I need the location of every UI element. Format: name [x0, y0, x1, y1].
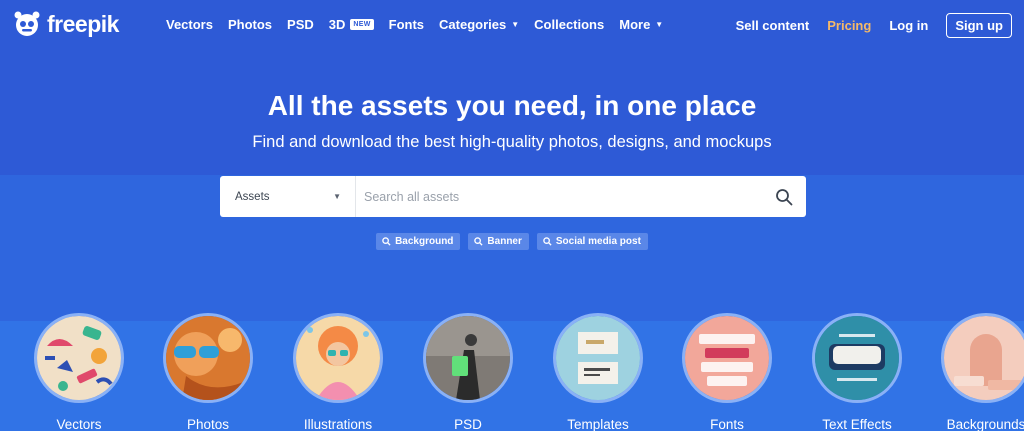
nav-more[interactable]: More ▼: [619, 17, 663, 32]
category-label: Illustrations: [303, 417, 373, 431]
category-text-effects-thumbnail: [812, 313, 902, 403]
top-navbar: freepik Vectors Photos PSD 3D NEW Fonts C…: [0, 0, 1024, 48]
category-label: Backgrounds: [946, 417, 1024, 431]
category-photos-thumbnail: [163, 313, 253, 403]
sell-content-link[interactable]: Sell content: [736, 18, 810, 33]
nav-account: Sell content Pricing Log in Sign up: [736, 13, 1012, 38]
category-psd[interactable]: PSD: [418, 313, 518, 431]
suggestion-chip[interactable]: Social media post: [536, 233, 648, 250]
nav-vectors-label: Vectors: [166, 16, 213, 32]
suggestion-label: Background: [395, 236, 454, 247]
login-link[interactable]: Log in: [889, 18, 928, 33]
category-psd-thumbnail: [423, 313, 513, 403]
category-label: Text Effects: [822, 417, 892, 431]
suggestion-label: Social media post: [555, 236, 641, 247]
nav-categories-label: Categories: [439, 16, 507, 32]
category-fonts[interactable]: Fonts: [677, 313, 777, 431]
category-photos[interactable]: Photos: [158, 313, 258, 431]
category-illustrations-thumbnail: [293, 313, 383, 403]
chevron-down-icon: ▼: [655, 19, 664, 29]
nav-psd[interactable]: PSD: [287, 17, 314, 32]
nav-psd-label: PSD: [287, 16, 314, 32]
search-icon: [776, 188, 793, 205]
caret-down-icon: ▼: [333, 192, 341, 201]
search-icon: [474, 237, 483, 246]
brand-name: freepik: [47, 10, 119, 37]
chevron-down-icon: ▼: [511, 19, 520, 29]
suggestion-label: Banner: [487, 236, 522, 247]
category-text-effects[interactable]: Text Effects: [807, 313, 907, 431]
nav-more-label: More: [619, 16, 651, 32]
nav-vectors[interactable]: Vectors: [166, 17, 213, 32]
suggestion-chip[interactable]: Background: [376, 233, 461, 250]
freepik-logo-icon: [12, 9, 42, 39]
category-label: Fonts: [710, 417, 744, 431]
category-illustrations[interactable]: Illustrations: [288, 313, 388, 431]
category-fonts-thumbnail: [682, 313, 772, 403]
category-vectors-thumbnail: [34, 313, 124, 403]
nav-links: Vectors Photos PSD 3D NEW Fonts Categorie…: [166, 0, 678, 48]
nav-collections[interactable]: Collections: [534, 17, 604, 32]
pricing-link[interactable]: Pricing: [827, 18, 871, 33]
category-label: Vectors: [56, 417, 102, 431]
search-button[interactable]: [762, 176, 806, 217]
signup-button[interactable]: Sign up: [946, 13, 1012, 38]
category-backgrounds[interactable]: Backgrounds: [936, 313, 1024, 431]
search-suggestions: Background Banner Social media post: [0, 233, 1024, 250]
new-badge: NEW: [350, 18, 374, 30]
suggestion-chip[interactable]: Banner: [468, 233, 529, 250]
search-input[interactable]: [356, 176, 762, 217]
hero-subtitle: Find and download the best high-quality …: [252, 133, 772, 151]
category-backgrounds-thumbnail: [941, 313, 1024, 403]
nav-photos-label: Photos: [227, 16, 273, 32]
nav-fonts[interactable]: Fonts: [389, 17, 424, 32]
category-templates-thumbnail: [553, 313, 643, 403]
category-label: PSD: [454, 417, 482, 431]
nav-3d-label: 3D: [328, 16, 346, 32]
category-vectors[interactable]: Vectors: [29, 313, 129, 431]
asset-type-select[interactable]: Assets ▼: [220, 176, 356, 217]
nav-fonts-label: Fonts: [388, 16, 425, 32]
nav-3d[interactable]: 3D NEW: [329, 17, 374, 32]
category-label: Photos: [186, 417, 230, 431]
category-templates[interactable]: Templates: [548, 313, 648, 431]
category-label: Templates: [567, 417, 629, 431]
asset-type-value: Assets: [235, 190, 270, 203]
nav-photos[interactable]: Photos: [228, 17, 272, 32]
search-icon: [382, 237, 391, 246]
hero-title: All the assets you need, in one place: [267, 90, 757, 121]
nav-collections-label: Collections: [534, 16, 605, 32]
brand-logo[interactable]: freepik: [12, 9, 119, 39]
search-icon: [543, 237, 552, 246]
search-bar: Assets ▼: [220, 176, 806, 217]
nav-categories[interactable]: Categories ▼: [439, 17, 519, 32]
